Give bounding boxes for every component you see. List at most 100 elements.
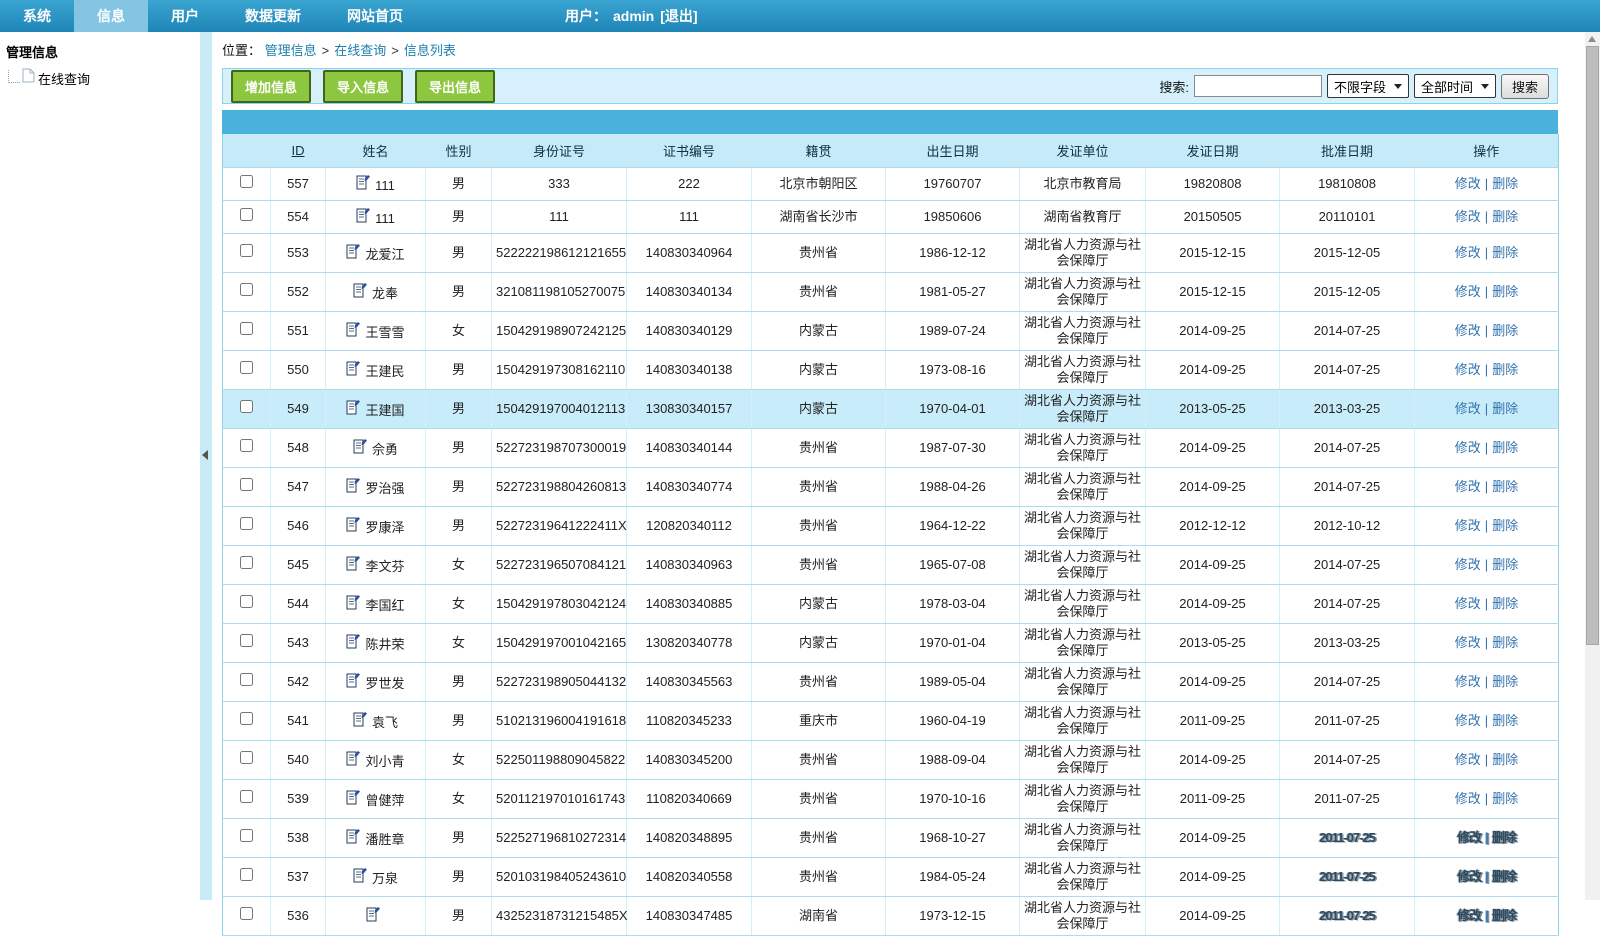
delete-link[interactable]: 删除 bbox=[1492, 518, 1518, 533]
edit-link[interactable]: 修改 bbox=[1455, 176, 1481, 191]
name-link[interactable]: 陈井荣 bbox=[365, 637, 404, 653]
column-header[interactable]: 出生日期 bbox=[886, 134, 1020, 167]
delete-link[interactable]: 删除 bbox=[1492, 830, 1516, 845]
name-link[interactable]: 袁飞 bbox=[372, 715, 398, 731]
nav-item[interactable]: 系统 bbox=[0, 0, 74, 32]
delete-link[interactable]: 删除 bbox=[1492, 401, 1518, 416]
time-select[interactable]: 全部时间 bbox=[1414, 74, 1496, 98]
logout-link[interactable]: [退出] bbox=[660, 0, 697, 32]
name-link[interactable]: 王雪雪 bbox=[365, 325, 404, 341]
column-header[interactable]: 证书编号 bbox=[627, 134, 752, 167]
search-button[interactable]: 搜索 bbox=[1501, 74, 1549, 99]
edit-link[interactable]: 修改 bbox=[1455, 440, 1481, 455]
scroll-up-icon[interactable] bbox=[1588, 36, 1596, 42]
collapse-panel-icon[interactable] bbox=[202, 450, 208, 460]
row-checkbox[interactable] bbox=[240, 244, 253, 257]
column-header[interactable]: 身份证号 bbox=[492, 134, 627, 167]
breadcrumb-link[interactable]: 管理信息 bbox=[265, 43, 317, 58]
edit-link[interactable]: 修改 bbox=[1455, 479, 1481, 494]
delete-link[interactable]: 删除 bbox=[1492, 869, 1516, 884]
field-select[interactable]: 不限字段 bbox=[1327, 74, 1409, 98]
delete-link[interactable]: 删除 bbox=[1492, 713, 1518, 728]
delete-link[interactable]: 删除 bbox=[1492, 209, 1518, 224]
delete-link[interactable]: 删除 bbox=[1492, 908, 1516, 923]
toolbar-button[interactable]: 导入信息 bbox=[323, 70, 403, 103]
edit-link[interactable]: 修改 bbox=[1455, 284, 1481, 299]
delete-link[interactable]: 删除 bbox=[1492, 752, 1518, 767]
row-checkbox[interactable] bbox=[240, 595, 253, 608]
name-link[interactable]: 罗治强 bbox=[365, 481, 404, 497]
row-checkbox[interactable] bbox=[240, 175, 253, 188]
nav-item-active[interactable]: 信息 bbox=[74, 0, 148, 32]
search-input[interactable] bbox=[1194, 75, 1322, 97]
name-link[interactable]: 佘勇 bbox=[372, 442, 398, 458]
edit-link[interactable]: 修改 bbox=[1455, 557, 1481, 572]
row-checkbox[interactable] bbox=[240, 208, 253, 221]
delete-link[interactable]: 删除 bbox=[1492, 176, 1518, 191]
sidebar-item-online-query[interactable]: 在线查询 bbox=[8, 63, 200, 83]
scrollbar-thumb[interactable] bbox=[1586, 46, 1599, 645]
row-checkbox[interactable] bbox=[240, 322, 253, 335]
delete-link[interactable]: 删除 bbox=[1492, 284, 1518, 299]
edit-link[interactable]: 修改 bbox=[1455, 323, 1481, 338]
row-checkbox[interactable] bbox=[240, 907, 253, 920]
delete-link[interactable]: 删除 bbox=[1492, 323, 1518, 338]
delete-link[interactable]: 删除 bbox=[1492, 440, 1518, 455]
sort-id-link[interactable]: ID bbox=[292, 143, 305, 158]
delete-link[interactable]: 删除 bbox=[1492, 362, 1518, 377]
breadcrumb-link[interactable]: 在线查询 bbox=[334, 43, 386, 58]
column-header[interactable]: 发证日期 bbox=[1146, 134, 1280, 167]
edit-link[interactable]: 修改 bbox=[1455, 635, 1481, 650]
breadcrumb-link[interactable]: 信息列表 bbox=[404, 43, 456, 58]
column-header[interactable]: 批准日期 bbox=[1280, 134, 1415, 167]
name-link[interactable]: 龙爱江 bbox=[365, 247, 404, 263]
vertical-scrollbar[interactable] bbox=[1585, 32, 1600, 900]
row-checkbox[interactable] bbox=[240, 361, 253, 374]
name-link[interactable]: 111 bbox=[375, 178, 395, 194]
delete-link[interactable]: 删除 bbox=[1492, 557, 1518, 572]
name-link[interactable]: 刘小青 bbox=[365, 754, 404, 770]
row-checkbox[interactable] bbox=[240, 634, 253, 647]
row-checkbox[interactable] bbox=[240, 517, 253, 530]
edit-link[interactable]: 修改 bbox=[1455, 674, 1481, 689]
column-header[interactable]: 姓名 bbox=[326, 134, 426, 167]
edit-link[interactable]: 修改 bbox=[1455, 209, 1481, 224]
row-checkbox[interactable] bbox=[240, 751, 253, 764]
row-checkbox[interactable] bbox=[240, 829, 253, 842]
edit-link[interactable]: 修改 bbox=[1455, 401, 1481, 416]
name-link[interactable]: 万泉 bbox=[372, 871, 398, 887]
column-header[interactable]: 籍贯 bbox=[752, 134, 886, 167]
edit-link[interactable]: 修改 bbox=[1455, 518, 1481, 533]
toolbar-button[interactable]: 导出信息 bbox=[415, 70, 495, 103]
name-link[interactable]: 龙奉 bbox=[372, 286, 398, 302]
row-checkbox[interactable] bbox=[240, 673, 253, 686]
row-checkbox[interactable] bbox=[240, 868, 253, 881]
edit-link[interactable]: 修改 bbox=[1455, 791, 1481, 806]
name-link[interactable]: 潘胜章 bbox=[365, 832, 404, 848]
name-link[interactable]: 李国红 bbox=[365, 598, 404, 614]
name-link[interactable]: 罗康泽 bbox=[365, 520, 404, 536]
row-checkbox[interactable] bbox=[240, 790, 253, 803]
edit-link[interactable]: 修改 bbox=[1455, 713, 1481, 728]
name-link[interactable]: 罗世发 bbox=[365, 676, 404, 692]
edit-link[interactable]: 修改 bbox=[1455, 245, 1481, 260]
nav-item[interactable]: 用户 bbox=[148, 0, 222, 32]
name-link[interactable]: 李文芬 bbox=[365, 559, 404, 575]
name-link[interactable]: 王建国 bbox=[365, 403, 404, 419]
row-checkbox[interactable] bbox=[240, 439, 253, 452]
edit-link[interactable]: 修改 bbox=[1457, 908, 1481, 923]
column-header[interactable]: 性别 bbox=[426, 134, 492, 167]
edit-link[interactable]: 修改 bbox=[1457, 869, 1481, 884]
name-link[interactable]: 曾健萍 bbox=[365, 793, 404, 809]
row-checkbox[interactable] bbox=[240, 478, 253, 491]
row-checkbox[interactable] bbox=[240, 712, 253, 725]
delete-link[interactable]: 删除 bbox=[1492, 791, 1518, 806]
nav-item[interactable]: 网站首页 bbox=[324, 0, 426, 32]
column-header[interactable]: 操作 bbox=[1415, 134, 1559, 167]
name-link[interactable]: 111 bbox=[375, 211, 395, 227]
row-checkbox[interactable] bbox=[240, 556, 253, 569]
column-header[interactable]: 发证单位 bbox=[1020, 134, 1146, 167]
row-checkbox[interactable] bbox=[240, 283, 253, 296]
delete-link[interactable]: 删除 bbox=[1492, 596, 1518, 611]
delete-link[interactable]: 删除 bbox=[1492, 479, 1518, 494]
